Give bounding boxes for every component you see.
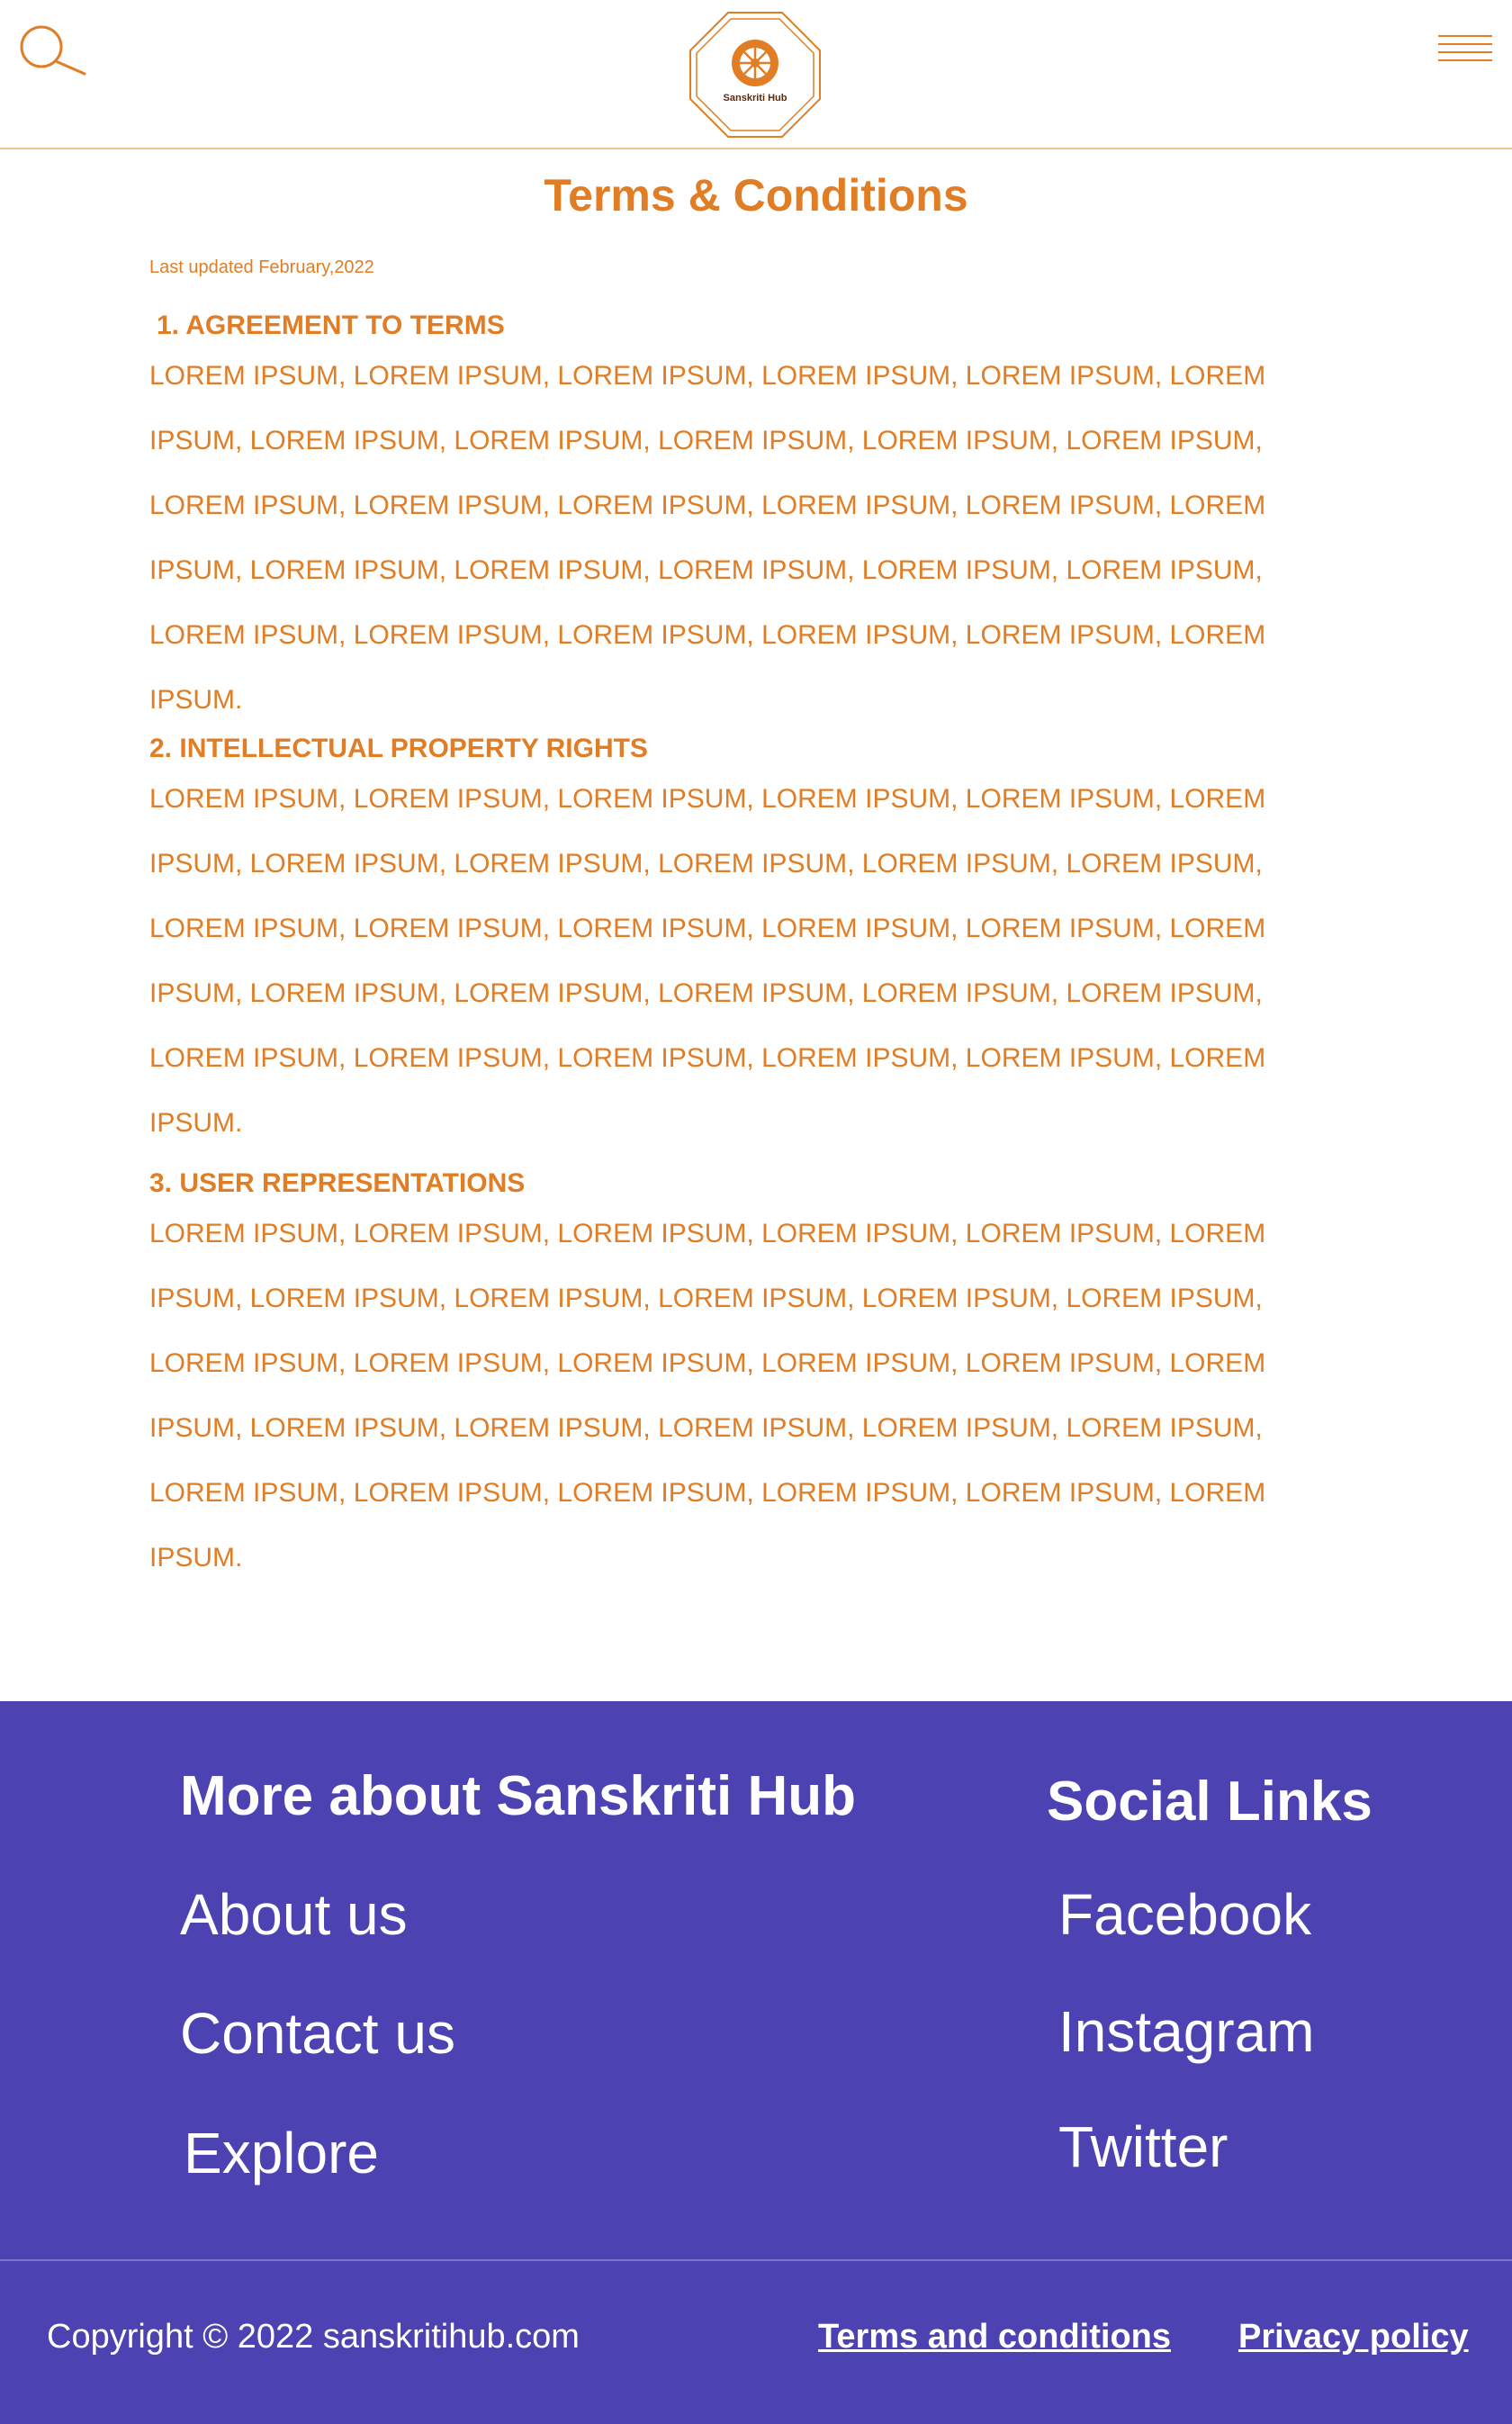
body-line: LOREM IPSUM, LOREM IPSUM, LOREM IPSUM, L… [149,1478,1266,1508]
svg-text:Sanskriti Hub: Sanskriti Hub [724,93,788,104]
privacy-policy-link[interactable]: Privacy policy [1238,2318,1469,2356]
section-body-agreement: LOREM IPSUM, LOREM IPSUM, LOREM IPSUM, L… [149,344,1310,733]
section-heading-intellectual-property: 2. INTELLECTUAL PROPERTY RIGHTS [149,734,648,763]
body-line: LOREM IPSUM, LOREM IPSUM, LOREM IPSUM, L… [149,914,1266,943]
footer-link-explore[interactable]: Explore [184,2120,379,2186]
search-icon[interactable] [18,23,88,77]
body-line: LOREM IPSUM, LOREM IPSUM, LOREM IPSUM, L… [149,1348,1266,1378]
body-line: IPSUM, LOREM IPSUM, LOREM IPSUM, LOREM I… [149,555,1263,585]
section-body-user-representations: LOREM IPSUM, LOREM IPSUM, LOREM IPSUM, L… [149,1202,1310,1590]
body-line: IPSUM. [149,685,243,715]
footer-link-contact-us[interactable]: Contact us [180,2000,455,2067]
footer-link-about-us[interactable]: About us [180,1881,408,1948]
page-title: Terms & Conditions [544,170,968,221]
body-line: LOREM IPSUM, LOREM IPSUM, LOREM IPSUM, L… [149,784,1266,814]
body-line: IPSUM. [149,1543,243,1572]
section-body-intellectual-property: LOREM IPSUM, LOREM IPSUM, LOREM IPSUM, L… [149,767,1310,1156]
footer-link-instagram[interactable]: Instagram [1058,1998,1315,2065]
copyright-text: Copyright © 2022 sanskritihub.com [47,2318,580,2356]
body-line: IPSUM, LOREM IPSUM, LOREM IPSUM, LOREM I… [149,978,1263,1008]
footer-divider [0,2259,1512,2261]
body-line: LOREM IPSUM, LOREM IPSUM, LOREM IPSUM, L… [149,361,1266,391]
site-footer: More about Sanskriti Hub About us Contac… [0,1701,1512,2424]
body-line: LOREM IPSUM, LOREM IPSUM, LOREM IPSUM, L… [149,620,1266,650]
body-line: LOREM IPSUM, LOREM IPSUM, LOREM IPSUM, L… [149,1043,1266,1073]
body-line: IPSUM, LOREM IPSUM, LOREM IPSUM, LOREM I… [149,426,1263,455]
dharma-wheel-icon: Sanskriti Hub [689,12,821,138]
terms-and-conditions-link[interactable]: Terms and conditions [818,2318,1171,2356]
footer-link-facebook[interactable]: Facebook [1058,1881,1311,1948]
section-heading-agreement: 1. AGREEMENT TO TERMS [157,311,505,340]
body-line: LOREM IPSUM, LOREM IPSUM, LOREM IPSUM, L… [149,1219,1266,1248]
body-line: IPSUM. [149,1108,243,1138]
footer-link-twitter[interactable]: Twitter [1058,2113,1228,2180]
body-line: LOREM IPSUM, LOREM IPSUM, LOREM IPSUM, L… [149,491,1266,520]
footer-heading-social-links: Social Links [1047,1771,1372,1833]
body-line: IPSUM, LOREM IPSUM, LOREM IPSUM, LOREM I… [149,1413,1263,1443]
site-logo[interactable]: Sanskriti Hub [688,11,822,139]
hamburger-menu-icon[interactable] [1438,32,1492,65]
body-line: IPSUM, LOREM IPSUM, LOREM IPSUM, LOREM I… [149,849,1263,879]
body-line: IPSUM, LOREM IPSUM, LOREM IPSUM, LOREM I… [149,1284,1263,1313]
section-heading-user-representations: 3. USER REPRESENTATIONS [149,1168,526,1198]
footer-heading-more-about: More about Sanskriti Hub [180,1765,856,1827]
site-header: Sanskriti Hub [0,0,1512,149]
last-updated-text: Last updated February,2022 [149,257,374,277]
